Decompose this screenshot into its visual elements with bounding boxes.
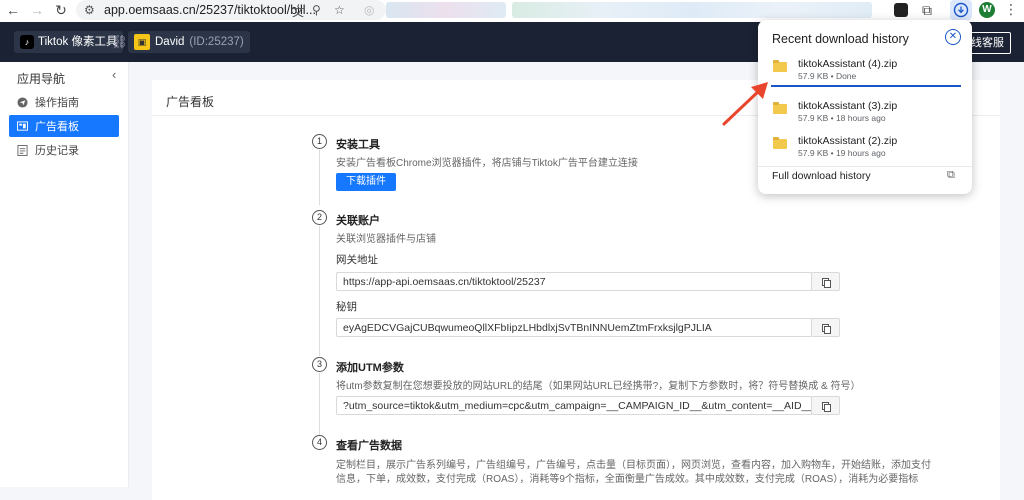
secret-key-field[interactable]: eyAgEDCVGajCUBqwumeoQllXFbIipzLHbdlxjSvT… bbox=[336, 318, 812, 337]
gateway-url-field[interactable]: https://app-api.oemsaas.cn/tiktoktool/25… bbox=[336, 272, 812, 291]
download-file-meta: 57.9 KB • 19 hours ago bbox=[798, 148, 886, 158]
zip-folder-icon bbox=[773, 137, 787, 149]
translate-icon[interactable]: 文 bbox=[292, 3, 304, 20]
close-icon[interactable]: ✕ bbox=[945, 29, 961, 45]
sidebar-title: 应用导航 bbox=[17, 72, 66, 86]
zoom-icon[interactable]: ⚲ bbox=[312, 3, 321, 17]
download-history-popup: Recent download history ✕ tiktokAssistan… bbox=[758, 20, 972, 194]
menu-kebab-icon[interactable]: ⋮ bbox=[1004, 1, 1018, 18]
sidebar-item-history[interactable]: 历史记录 bbox=[9, 139, 119, 161]
step-description-line: 定制栏目，展示广告系列编号，广告组编号，广告编号，点击量（目标页面），网页浏览，… bbox=[336, 460, 931, 471]
shop-label: Tiktok 像素工具 bbox=[38, 36, 118, 48]
sidebar-item-guide[interactable]: 操作指南 bbox=[9, 91, 119, 113]
history-icon bbox=[17, 144, 28, 156]
tiktok-logo-icon: ♪ bbox=[20, 35, 34, 49]
step-connector bbox=[319, 226, 320, 356]
step-description: 将utm参数复制在您想要投放的网站URL的结尾（如果网站URL已经携带?，复制下… bbox=[336, 381, 861, 392]
step-number: 3 bbox=[312, 357, 327, 372]
reload-icon[interactable]: ↻ bbox=[52, 1, 70, 19]
url-text: app.oemsaas.cn/25237/tiktoktool/bill... bbox=[104, 3, 316, 17]
step-title: 添加UTM参数 bbox=[336, 362, 404, 374]
page-title: 广告看板 bbox=[166, 95, 215, 109]
divider bbox=[758, 166, 972, 167]
download-file-name: tiktokAssistant (3).zip bbox=[798, 100, 898, 112]
download-file-meta: 57.9 KB • Done bbox=[798, 71, 857, 81]
download-file-name: tiktokAssistant (4).zip bbox=[798, 58, 898, 70]
sidebar: 应用导航 ‹ 操作指南 广告看板 历史记录 bbox=[0, 62, 129, 487]
profile-avatar[interactable]: W bbox=[979, 2, 995, 18]
download-item[interactable]: tiktokAssistant (3).zip 57.9 KB • 18 hou… bbox=[758, 98, 972, 132]
copy-secret-key-button[interactable] bbox=[811, 318, 840, 337]
site-settings-icon[interactable]: ⚙ bbox=[84, 3, 95, 17]
open-external-icon[interactable]: ⧉ bbox=[947, 169, 955, 182]
user-avatar: ▣ bbox=[134, 34, 150, 50]
sidebar-item-label: 操作指南 bbox=[35, 97, 79, 109]
step-description: 关联浏览器插件与店铺 bbox=[336, 234, 436, 245]
download-progress-bar bbox=[771, 85, 961, 87]
user-id: (ID:25237) bbox=[189, 36, 244, 48]
step-number: 1 bbox=[312, 134, 327, 149]
step-connector bbox=[319, 150, 320, 205]
download-item[interactable]: tiktokAssistant (2).zip 57.9 KB • 19 hou… bbox=[758, 133, 972, 167]
forward-icon[interactable]: → bbox=[28, 1, 46, 19]
copy-utm-button[interactable] bbox=[811, 396, 840, 415]
dashboard-icon bbox=[17, 120, 28, 131]
zip-folder-icon bbox=[773, 60, 787, 72]
link-icon: ⛓ bbox=[111, 34, 128, 49]
download-plugin-button[interactable]: 下载插件 bbox=[336, 173, 396, 191]
user-name: David bbox=[155, 36, 185, 48]
shop-chip[interactable]: ♪ Tiktok 像素工具 bbox=[14, 31, 124, 53]
tiktok-extension-icon[interactable] bbox=[894, 3, 908, 17]
step-number: 4 bbox=[312, 435, 327, 450]
sidebar-item-label: 历史记录 bbox=[35, 145, 79, 157]
secret-key-label: 秘钥 bbox=[336, 301, 357, 313]
copy-gateway-button[interactable] bbox=[811, 272, 840, 291]
annotation-arrow-icon bbox=[722, 82, 768, 126]
download-icon bbox=[953, 2, 969, 18]
gateway-label: 网关地址 bbox=[336, 254, 378, 266]
utm-params-field[interactable]: ?utm_source=tiktok&utm_medium=cpc&utm_ca… bbox=[336, 396, 812, 415]
user-chip[interactable]: ▣ David (ID:25237) bbox=[128, 31, 250, 53]
download-file-name: tiktokAssistant (2).zip bbox=[798, 135, 898, 147]
step-connector bbox=[319, 373, 320, 435]
extension-icon[interactable]: ◎ bbox=[364, 3, 374, 17]
step-title: 安装工具 bbox=[336, 139, 380, 151]
blurred-region bbox=[512, 2, 872, 18]
download-button[interactable] bbox=[950, 0, 972, 20]
download-file-meta: 57.9 KB • 18 hours ago bbox=[798, 113, 886, 123]
bookmark-star-icon[interactable]: ☆ bbox=[334, 3, 345, 17]
popup-title: Recent download history bbox=[772, 32, 909, 46]
back-icon[interactable]: ← bbox=[4, 1, 22, 19]
sidebar-item-label: 广告看板 bbox=[35, 121, 79, 133]
step-title: 关联账户 bbox=[336, 215, 380, 227]
step-number: 2 bbox=[312, 210, 327, 225]
step-title: 查看广告数据 bbox=[336, 440, 402, 452]
extensions-puzzle-icon[interactable]: ⧉ bbox=[918, 1, 936, 19]
step-description: 安装广告看板Chrome浏览器插件，将店铺与Tiktok广告平台建立连接 bbox=[336, 158, 638, 169]
full-download-history-link[interactable]: Full download history bbox=[772, 170, 871, 182]
collapse-chevron-icon[interactable]: ‹ bbox=[112, 67, 116, 82]
step-description-line: 信息，下单，成效数，支付完成（ROAS），消耗等9个指标，全面衡量广告成效。其中… bbox=[336, 474, 919, 485]
send-icon bbox=[17, 96, 28, 108]
blurred-region bbox=[386, 2, 506, 18]
sidebar-item-dashboard[interactable]: 广告看板 bbox=[9, 115, 119, 137]
